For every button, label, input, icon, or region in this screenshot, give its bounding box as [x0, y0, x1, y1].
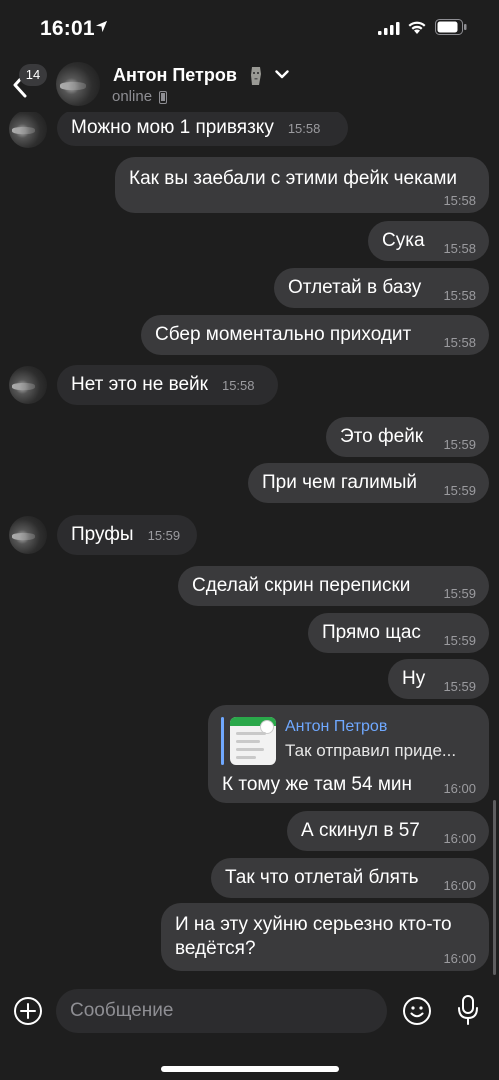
message-time: 15:58: [287, 121, 321, 136]
message-time: 16:00: [443, 831, 476, 846]
battery-icon: [435, 19, 467, 35]
contact-name[interactable]: Антон Петров: [113, 65, 237, 86]
message-time: 15:58: [443, 241, 476, 256]
avatar[interactable]: [9, 366, 47, 404]
chevron-down-icon[interactable]: [275, 70, 289, 79]
message-text: Прямо щас: [322, 622, 421, 643]
wifi-icon: [408, 21, 426, 34]
message-text: И на эту хуйню серьезно кто-то ведётся?: [175, 914, 452, 959]
message-text: При чем галимый: [262, 472, 418, 493]
message-text: Так что отлетай блять: [225, 867, 419, 888]
message-outgoing[interactable]: А скинул в 57 16:00: [287, 811, 489, 851]
phone-icon: [159, 91, 167, 104]
message-text: Нет это не вейк: [71, 374, 208, 395]
message-text: Ну: [402, 668, 426, 689]
message-outgoing[interactable]: Сделай скрин переписки 15:59: [178, 566, 489, 606]
microphone-icon[interactable]: [455, 994, 481, 1026]
message-time: 16:00: [443, 951, 476, 966]
signal-icon: [378, 22, 400, 35]
message-outgoing[interactable]: Это фейк 15:59: [326, 417, 489, 457]
chat-header: 14 Антон Петров online: [0, 56, 499, 112]
message-outgoing[interactable]: Как вы заебали с этими фейк чеками 15:58: [115, 157, 489, 213]
message-time: 15:58: [443, 335, 476, 350]
reply-preview-text: Так отправил приде...: [285, 741, 457, 760]
message-outgoing[interactable]: Сбер моментально приходит 15:58: [141, 315, 489, 355]
moai-emoji-icon: [251, 67, 261, 85]
message-composer: [0, 980, 499, 1080]
status-time: 16:01: [40, 17, 95, 40]
reply-author: Антон Петров: [285, 718, 388, 735]
message-outgoing[interactable]: И на эту хуйню серьезно кто-то ведётся? …: [161, 903, 489, 971]
message-incoming[interactable]: Нет это не вейк 15:58: [57, 365, 278, 405]
message-time: 15:58: [221, 378, 255, 393]
message-outgoing[interactable]: Ну 15:59: [388, 659, 489, 699]
message-outgoing[interactable]: Так что отлетай блять 16:00: [211, 858, 489, 898]
message-text: Сука: [382, 230, 425, 251]
message-outgoing-reply[interactable]: Антон Петров Так отправил приде... К том…: [208, 705, 489, 803]
message-text: Отлетай в базу: [288, 277, 422, 298]
message-input[interactable]: [56, 989, 387, 1033]
location-arrow-icon: [95, 20, 108, 33]
status-emoji: [247, 66, 265, 91]
status-bar: 16:01: [0, 0, 499, 56]
scrollbar[interactable]: [493, 800, 496, 975]
message-time: 15:59: [443, 586, 476, 601]
message-text: А скинул в 57: [301, 820, 420, 841]
home-indicator[interactable]: [161, 1066, 339, 1072]
message-time: 15:59: [147, 528, 181, 543]
unread-badge: 14: [19, 64, 47, 86]
smiley-icon[interactable]: [402, 996, 432, 1026]
message-outgoing[interactable]: Прямо щас 15:59: [308, 613, 489, 653]
message-time: 15:59: [443, 483, 476, 498]
message-text: Пруфы: [71, 524, 134, 545]
reply-quote-bar: [221, 717, 224, 765]
message-text: Как вы заебали с этими фейк чеками: [129, 168, 458, 189]
message-text: К тому же там 54 мин: [222, 774, 412, 795]
message-outgoing[interactable]: Отлетай в базу 15:58: [274, 268, 489, 308]
avatar[interactable]: [56, 62, 100, 106]
contact-status: online: [112, 88, 153, 105]
avatar[interactable]: [9, 516, 47, 554]
message-outgoing[interactable]: При чем галимый 15:59: [248, 463, 489, 503]
message-time: 15:58: [443, 193, 476, 208]
message-incoming[interactable]: Пруфы 15:59: [57, 515, 197, 555]
message-outgoing[interactable]: Сука 15:58: [368, 221, 489, 261]
message-text: Сбер моментально приходит: [155, 324, 412, 345]
message-text: Это фейк: [340, 426, 424, 447]
message-time: 15:59: [443, 437, 476, 452]
message-text: Сделай скрин переписки: [192, 575, 411, 596]
avatar[interactable]: [9, 110, 47, 148]
message-text: Можно мою 1 привязку: [71, 117, 274, 138]
message-time: 16:00: [443, 781, 476, 796]
message-time: 15:58: [443, 288, 476, 303]
reply-thumbnail[interactable]: [230, 717, 276, 765]
plus-icon[interactable]: [13, 996, 43, 1026]
message-incoming[interactable]: Можно мою 1 привязку 15:58: [57, 110, 348, 146]
message-time: 15:59: [443, 679, 476, 694]
message-time: 15:59: [443, 633, 476, 648]
message-time: 16:00: [443, 878, 476, 893]
